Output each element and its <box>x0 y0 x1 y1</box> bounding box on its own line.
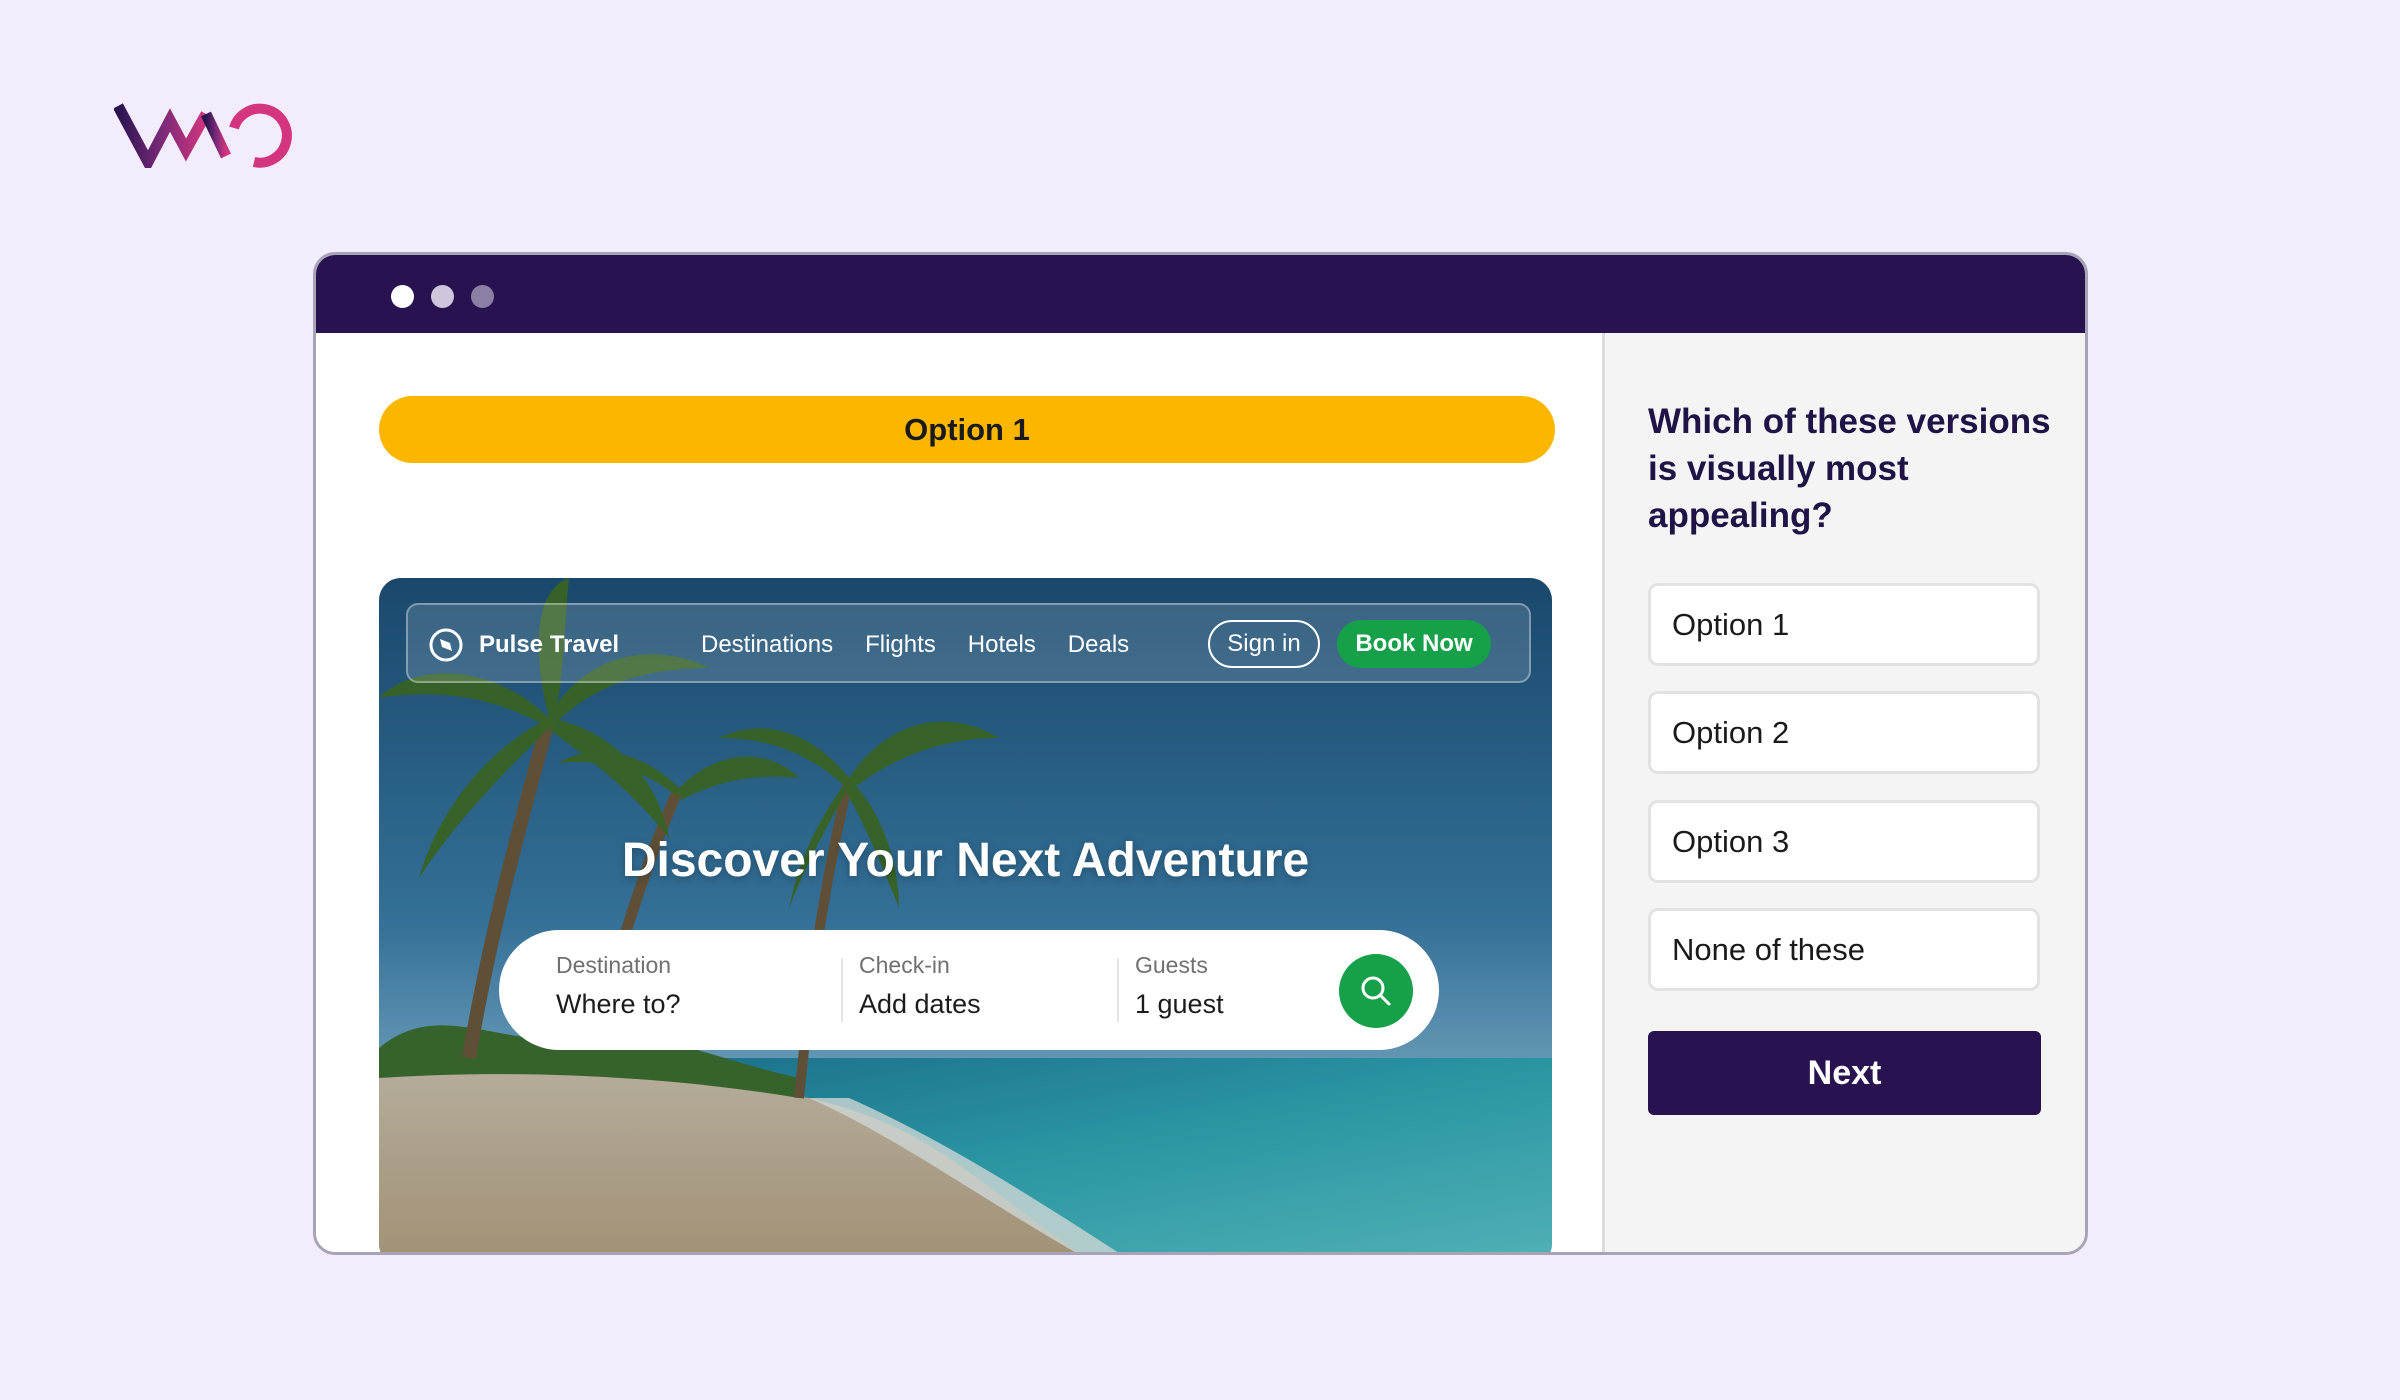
site-nav-links: Destinations Flights Hotels Deals <box>701 631 1129 659</box>
survey-option-3[interactable]: Option 3 <box>1648 800 2040 883</box>
guests-field[interactable]: Guests 1 guest <box>1135 952 1224 1020</box>
checkin-field[interactable]: Check-in Add dates <box>859 952 981 1020</box>
site-brand-name: Pulse Travel <box>479 631 620 658</box>
sign-in-button[interactable]: Sign in <box>1208 620 1320 668</box>
book-now-button[interactable]: Book Now <box>1337 620 1491 668</box>
survey-option-1[interactable]: Option 1 <box>1648 583 2040 666</box>
site-brand[interactable]: Pulse Travel <box>428 627 619 663</box>
nav-link-destinations[interactable]: Destinations <box>701 631 833 659</box>
nav-link-hotels[interactable]: Hotels <box>968 631 1036 659</box>
variant-label: Option 1 <box>379 396 1555 463</box>
variant-preview-pane: Option 1 Pulse Travel Destinations Fligh… <box>316 333 1602 1252</box>
survey-panel: Which of these versions is visually most… <box>1602 333 2085 1252</box>
window-dot-close[interactable] <box>391 285 414 308</box>
search-bar: Destination Where to? Check-in Add dates… <box>499 930 1439 1050</box>
site-navbar: Pulse Travel Destinations Flights Hotels… <box>406 603 1531 683</box>
browser-titlebar <box>316 255 2085 333</box>
checkin-value: Add dates <box>859 989 981 1019</box>
guests-label: Guests <box>1135 952 1208 978</box>
next-button[interactable]: Next <box>1648 1031 2041 1115</box>
hero-headline: Discover Your Next Adventure <box>621 834 1310 887</box>
destination-value: Where to? <box>556 989 681 1019</box>
hero-section: Pulse Travel Destinations Flights Hotels… <box>379 578 1552 1252</box>
window-dot-maximize[interactable] <box>471 285 494 308</box>
search-icon <box>1361 976 1391 1006</box>
search-button[interactable] <box>1339 954 1413 1028</box>
destination-label: Destination <box>556 952 672 978</box>
vwo-logo <box>114 103 292 168</box>
window-dot-minimize[interactable] <box>431 285 454 308</box>
compass-icon <box>429 628 463 662</box>
survey-option-2[interactable]: Option 2 <box>1648 691 2040 774</box>
destination-field[interactable]: Destination Where to? <box>556 952 681 1020</box>
survey-question: Which of these versions is visually most… <box>1648 402 2051 535</box>
nav-link-deals[interactable]: Deals <box>1068 631 1129 659</box>
nav-link-flights[interactable]: Flights <box>865 631 936 659</box>
survey-option-none[interactable]: None of these <box>1648 908 2040 991</box>
guests-value: 1 guest <box>1135 989 1224 1019</box>
search-divider <box>1117 958 1119 1022</box>
checkin-label: Check-in <box>859 952 950 978</box>
browser-window: Option 1 Pulse Travel Destinations Fligh… <box>313 252 2088 1255</box>
search-divider <box>841 958 843 1022</box>
